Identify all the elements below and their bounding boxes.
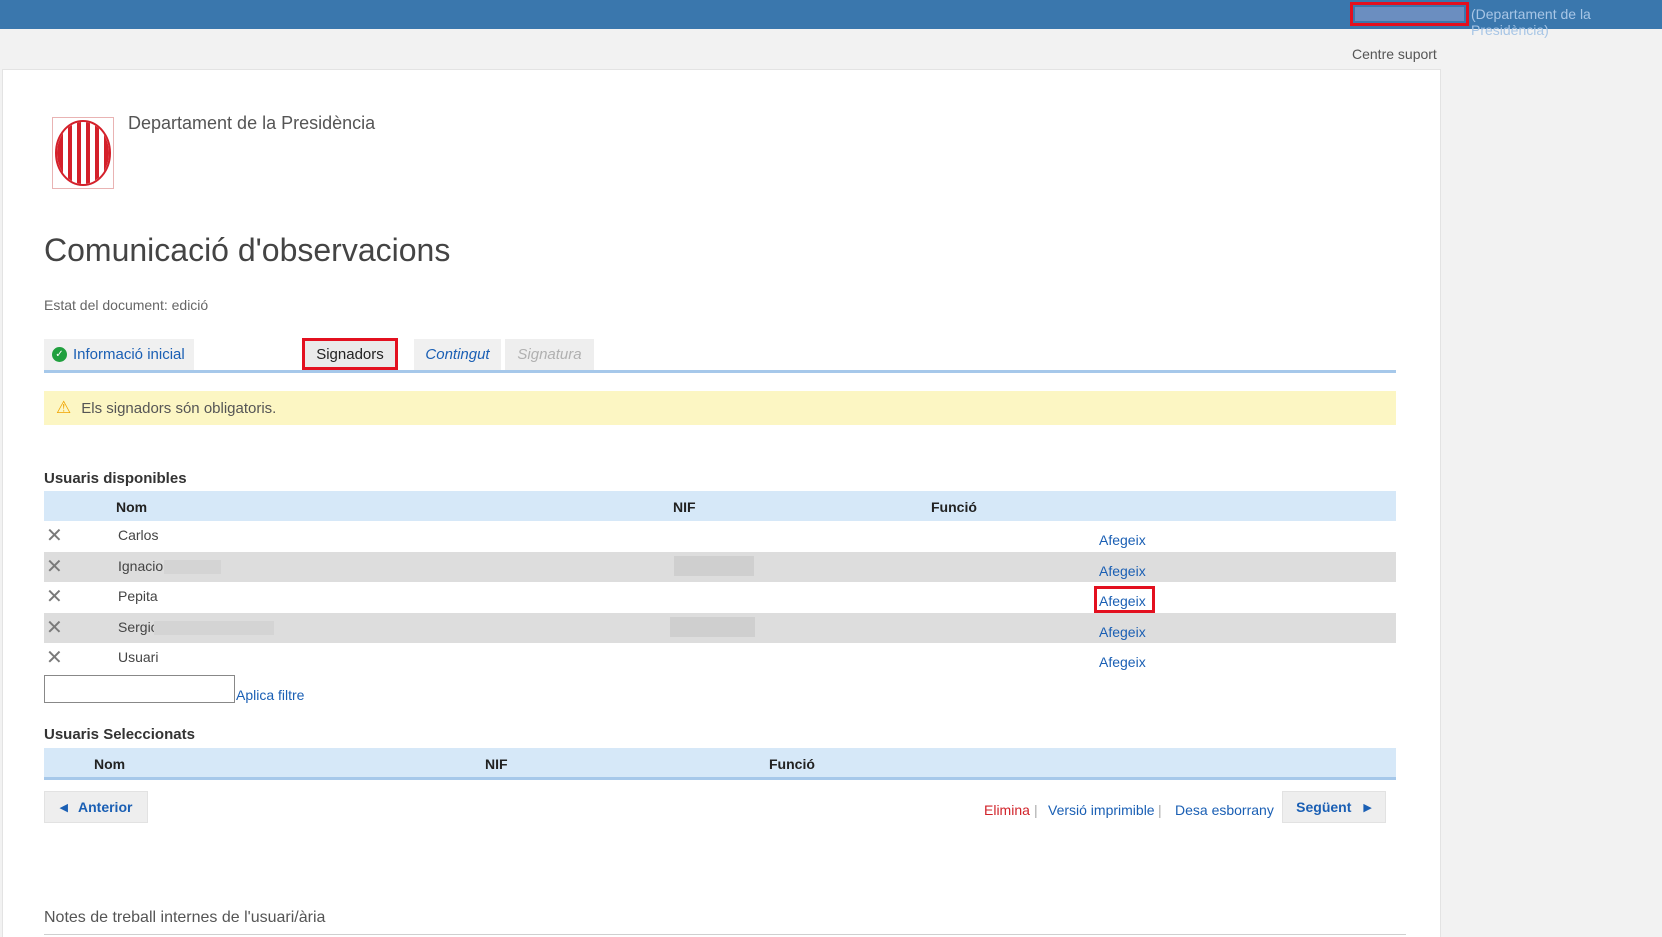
table-row: ✕ Usuari Afegeix <box>44 643 1396 673</box>
support-center-link[interactable]: Centre suport <box>1352 46 1437 62</box>
selected-users-header: Nom NIF Funció <box>44 748 1396 778</box>
department-link[interactable]: (Departament de la Presidència) <box>1471 6 1662 38</box>
user-name: Pepita <box>118 588 158 604</box>
next-label: Següent <box>1296 799 1352 815</box>
add-user-link[interactable]: Afegeix <box>1099 593 1146 609</box>
close-icon[interactable]: ✕ <box>46 557 63 577</box>
previous-label: Anterior <box>78 799 133 815</box>
user-name: Carlos <box>118 527 159 543</box>
notes-textarea-top[interactable] <box>44 934 1406 935</box>
close-icon[interactable]: ✕ <box>46 618 63 638</box>
user-name: Ignacio <box>118 558 164 574</box>
tab-label: Contingut <box>425 346 490 363</box>
tab-signadors[interactable]: Signadors <box>302 338 398 370</box>
tab-contingut[interactable]: Contingut <box>414 339 501 370</box>
column-header-nom: Nom <box>116 499 148 515</box>
table-row: ✕ Carlos Afegeix <box>44 521 1396 551</box>
warning-banner: ⚠ Els signadors són obligatoris. <box>44 391 1396 425</box>
tab-informacio-inicial[interactable]: ✓ Informació inicial <box>44 339 194 370</box>
tab-label: Informació inicial <box>73 346 185 363</box>
separator: | <box>1034 802 1038 818</box>
redacted-user-name <box>1355 7 1464 21</box>
available-users-header: Nom NIF Funció <box>44 491 1396 521</box>
arrow-right-icon: ▶ <box>1363 801 1372 814</box>
top-bar: (Departament de la Presidència) <box>0 0 1662 38</box>
check-circle-icon: ✓ <box>52 347 67 362</box>
close-icon[interactable]: ✕ <box>46 648 63 668</box>
delete-link[interactable]: Elimina <box>984 802 1030 818</box>
tab-label: Signadors <box>316 345 384 363</box>
redacted-nif <box>674 556 754 576</box>
page-title: Comunicació d'observacions <box>44 232 451 268</box>
table-row: ✕ Pepita Afegeix <box>44 582 1396 613</box>
filter-input[interactable] <box>44 675 235 703</box>
add-user-link[interactable]: Afegeix <box>1099 532 1146 548</box>
close-icon[interactable]: ✕ <box>46 526 63 546</box>
redacted-surname <box>164 560 221 574</box>
document-state: Estat del document: edició <box>44 297 209 313</box>
tab-divider <box>44 370 1396 373</box>
column-header-nif: NIF <box>485 756 508 772</box>
selected-users-divider <box>44 777 1396 780</box>
add-user-link[interactable]: Afegeix <box>1099 624 1146 640</box>
selected-users-title: Usuaris Seleccionats <box>44 726 195 743</box>
add-user-link[interactable]: Afegeix <box>1099 563 1146 579</box>
tab-signatura: Signatura <box>505 339 594 370</box>
generalitat-logo <box>52 117 114 189</box>
arrow-left-icon: ◀ <box>59 801 68 814</box>
column-header-nom: Nom <box>94 756 126 772</box>
tab-label: Signatura <box>517 346 582 363</box>
user-name: Sergio <box>118 619 159 635</box>
separator: | <box>1158 802 1162 818</box>
notes-title: Notes de treball internes de l'usuari/àr… <box>44 909 326 926</box>
column-header-funcio: Funció <box>769 756 815 772</box>
redacted-nif <box>670 617 755 637</box>
save-draft-link[interactable]: Desa esborrany <box>1175 802 1274 818</box>
available-users-title: Usuaris disponibles <box>44 470 187 487</box>
warning-text: Els signadors són obligatoris. <box>81 399 277 417</box>
printable-version-link[interactable]: Versió imprimible <box>1048 802 1155 818</box>
table-row: ✕ Sergio Afegeix <box>44 613 1396 643</box>
previous-button[interactable]: ◀ Anterior <box>44 791 148 823</box>
add-user-link[interactable]: Afegeix <box>1099 654 1146 670</box>
column-header-funcio: Funció <box>931 499 977 515</box>
organization-name: Departament de la Presidència <box>128 113 376 133</box>
redacted-surname <box>154 621 274 635</box>
next-button[interactable]: Següent ▶ <box>1282 791 1386 823</box>
warning-icon: ⚠ <box>56 398 72 417</box>
column-header-nif: NIF <box>673 499 696 515</box>
apply-filter-link[interactable]: Aplica filtre <box>236 687 304 703</box>
table-row: ✕ Ignacio Afegeix <box>44 552 1396 582</box>
user-name: Usuari <box>118 649 159 665</box>
user-name-highlight[interactable] <box>1350 2 1469 26</box>
close-icon[interactable]: ✕ <box>46 587 63 607</box>
